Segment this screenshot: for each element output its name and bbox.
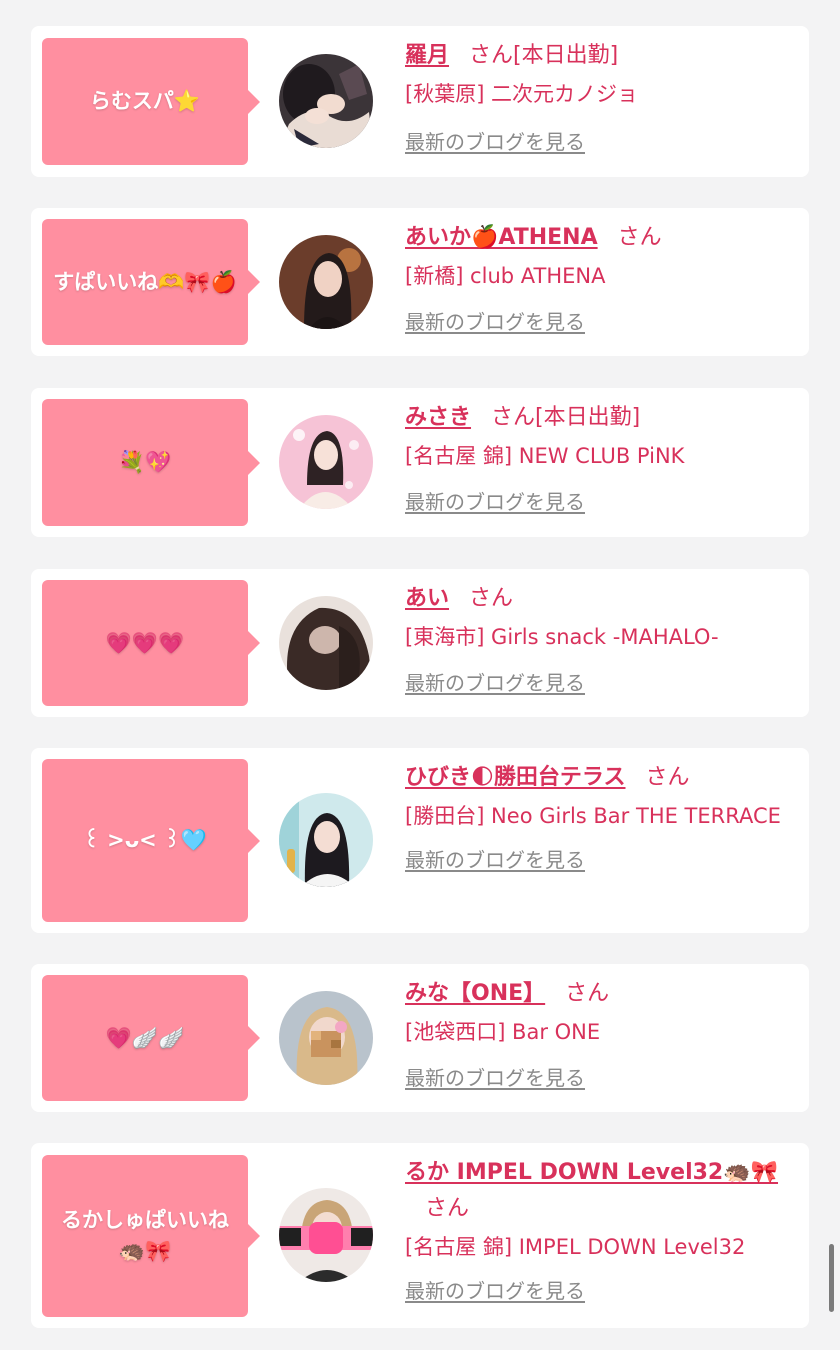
comment-bubble: るかしゅぱいいね🦔🎀 [42,1155,260,1317]
comment-text: ꒰ >ᴗ< ꒱🩵 [83,828,207,852]
avatar[interactable] [279,54,373,148]
name-line: ひびき🌓勝田台テラス さん [405,760,797,796]
latest-blog-link[interactable]: 最新のブログを見る [405,667,585,696]
entry-info: みさき さん[本日出勤] [名古屋 錦] NEW CLUB PiNK 最新のブログ… [405,400,797,515]
comment-bubble: ꒰ >ᴗ< ꒱🩵 [42,759,260,922]
latest-blog-link[interactable]: 最新のブログを見る [405,1062,585,1091]
shop-name: [名古屋 錦] IMPEL DOWN Level32 [405,1235,746,1259]
comment-bubble: すぱいいね🫶🎀🍎 [42,219,260,345]
list-item: ꒰ >ᴗ< ꒱🩵 ひびき🌓勝田台テラス さん [勝田台] Neo Girls Ba… [31,748,809,933]
latest-blog-link[interactable]: 最新のブログを見る [405,844,585,873]
cast-name-link[interactable]: みな【ONE】 [405,981,545,1006]
list-item: らむスパ⭐ 羅月 さん[本日出勤] [秋葉原] 二次元カノジョ 最新のブログを見る [31,26,809,177]
comment-text: すぱいいね🫶🎀🍎 [53,269,237,294]
shop-name: [新橋] club ATHENA [405,264,606,288]
san-suffix: さん [469,43,514,68]
comment-text: 💗💗💗 [105,630,185,655]
entry-info: るか IMPEL DOWN Level32🦔🎀 さん [名古屋 錦] IMPEL … [405,1155,797,1304]
entry-info: あいか🍎ATHENA さん [新橋] club ATHENA 最新のブログを見る [405,220,797,335]
list-item: 💗🪽🪽 みな【ONE】 さん [池袋西口] Bar ONE 最新のブログを見る [31,964,809,1112]
comment-text: るかしゅぱいいね🦔🎀 [61,1208,229,1263]
san-suffix: さん [469,586,514,611]
comment-bubble: らむスパ⭐ [42,38,260,165]
shop-name: [東海市] Girls snack -MAHALO- [405,625,719,649]
list-item: すぱいいね🫶🎀🍎 あいか🍎ATHENA さん [新橋] club ATHENA 最… [31,208,809,356]
latest-blog-link[interactable]: 最新のブログを見る [405,486,585,515]
work-status: [本日出勤] [535,405,641,430]
shop-name: [秋葉原] 二次元カノジョ [405,82,639,106]
name-line: みな【ONE】 さん [405,976,797,1012]
scrollbar[interactable] [829,1244,834,1312]
avatar[interactable] [279,235,373,329]
san-suffix: さん [491,405,536,430]
cast-name-link[interactable]: あいか🍎ATHENA [405,225,598,250]
latest-blog-link[interactable]: 最新のブログを見る [405,1275,585,1304]
shop-name: [池袋西口] Bar ONE [405,1020,601,1044]
shop-name: [勝田台] Neo Girls Bar THE TERRACE [405,804,781,828]
san-suffix: さん [425,1196,470,1221]
list-item: 💐💖 みさき さん[本日出勤] [名古屋 錦] NEW CLUB PiNK 最新の… [31,388,809,537]
san-suffix: さん [565,981,610,1006]
name-line: 羅月 さん[本日出勤] [405,38,797,74]
latest-blog-link[interactable]: 最新のブログを見る [405,126,585,155]
list-item: 💗💗💗 あい さん [東海市] Girls snack -MAHALO- 最新のブ… [31,569,809,717]
avatar[interactable] [279,1188,373,1282]
cast-name-link[interactable]: るか IMPEL DOWN Level32🦔🎀 [405,1160,778,1185]
comment-bubble: 💗🪽🪽 [42,975,260,1101]
avatar[interactable] [279,596,373,690]
comment-text: らむスパ⭐ [89,89,201,113]
list-item: るかしゅぱいいね🦔🎀 るか IMPEL DOWN Level32🦔🎀 さん [名古… [31,1143,809,1328]
comment-text: 💐💖 [118,450,172,474]
entry-info: 羅月 さん[本日出勤] [秋葉原] 二次元カノジョ 最新のブログを見る [405,38,797,155]
avatar[interactable] [279,793,373,887]
shop-name: [名古屋 錦] NEW CLUB PiNK [405,444,685,468]
blog-like-list: らむスパ⭐ 羅月 さん[本日出勤] [秋葉原] 二次元カノジョ 最新のブログを見る… [0,0,840,1350]
name-line: るか IMPEL DOWN Level32🦔🎀 さん [405,1155,797,1227]
name-line: みさき さん[本日出勤] [405,400,797,436]
cast-name-link[interactable]: ひびき🌓勝田台テラス [405,765,626,790]
latest-blog-link[interactable]: 最新のブログを見る [405,306,585,335]
name-line: あい さん [405,581,797,617]
comment-bubble: 💗💗💗 [42,580,260,706]
entry-info: ひびき🌓勝田台テラス さん [勝田台] Neo Girls Bar THE TER… [405,760,797,873]
avatar[interactable] [279,415,373,509]
san-suffix: さん [645,765,690,790]
san-suffix: さん [617,225,662,250]
comment-bubble: 💐💖 [42,399,260,526]
name-line: あいか🍎ATHENA さん [405,220,797,256]
comment-text: 💗🪽🪽 [105,1025,185,1050]
work-status: [本日出勤] [513,43,619,68]
cast-name-link[interactable]: 羅月 [405,43,449,68]
avatar[interactable] [279,991,373,1085]
cast-name-link[interactable]: あい [405,586,449,611]
entry-info: あい さん [東海市] Girls snack -MAHALO- 最新のブログを見… [405,581,797,696]
cast-name-link[interactable]: みさき [405,405,471,430]
entry-info: みな【ONE】 さん [池袋西口] Bar ONE 最新のブログを見る [405,976,797,1091]
